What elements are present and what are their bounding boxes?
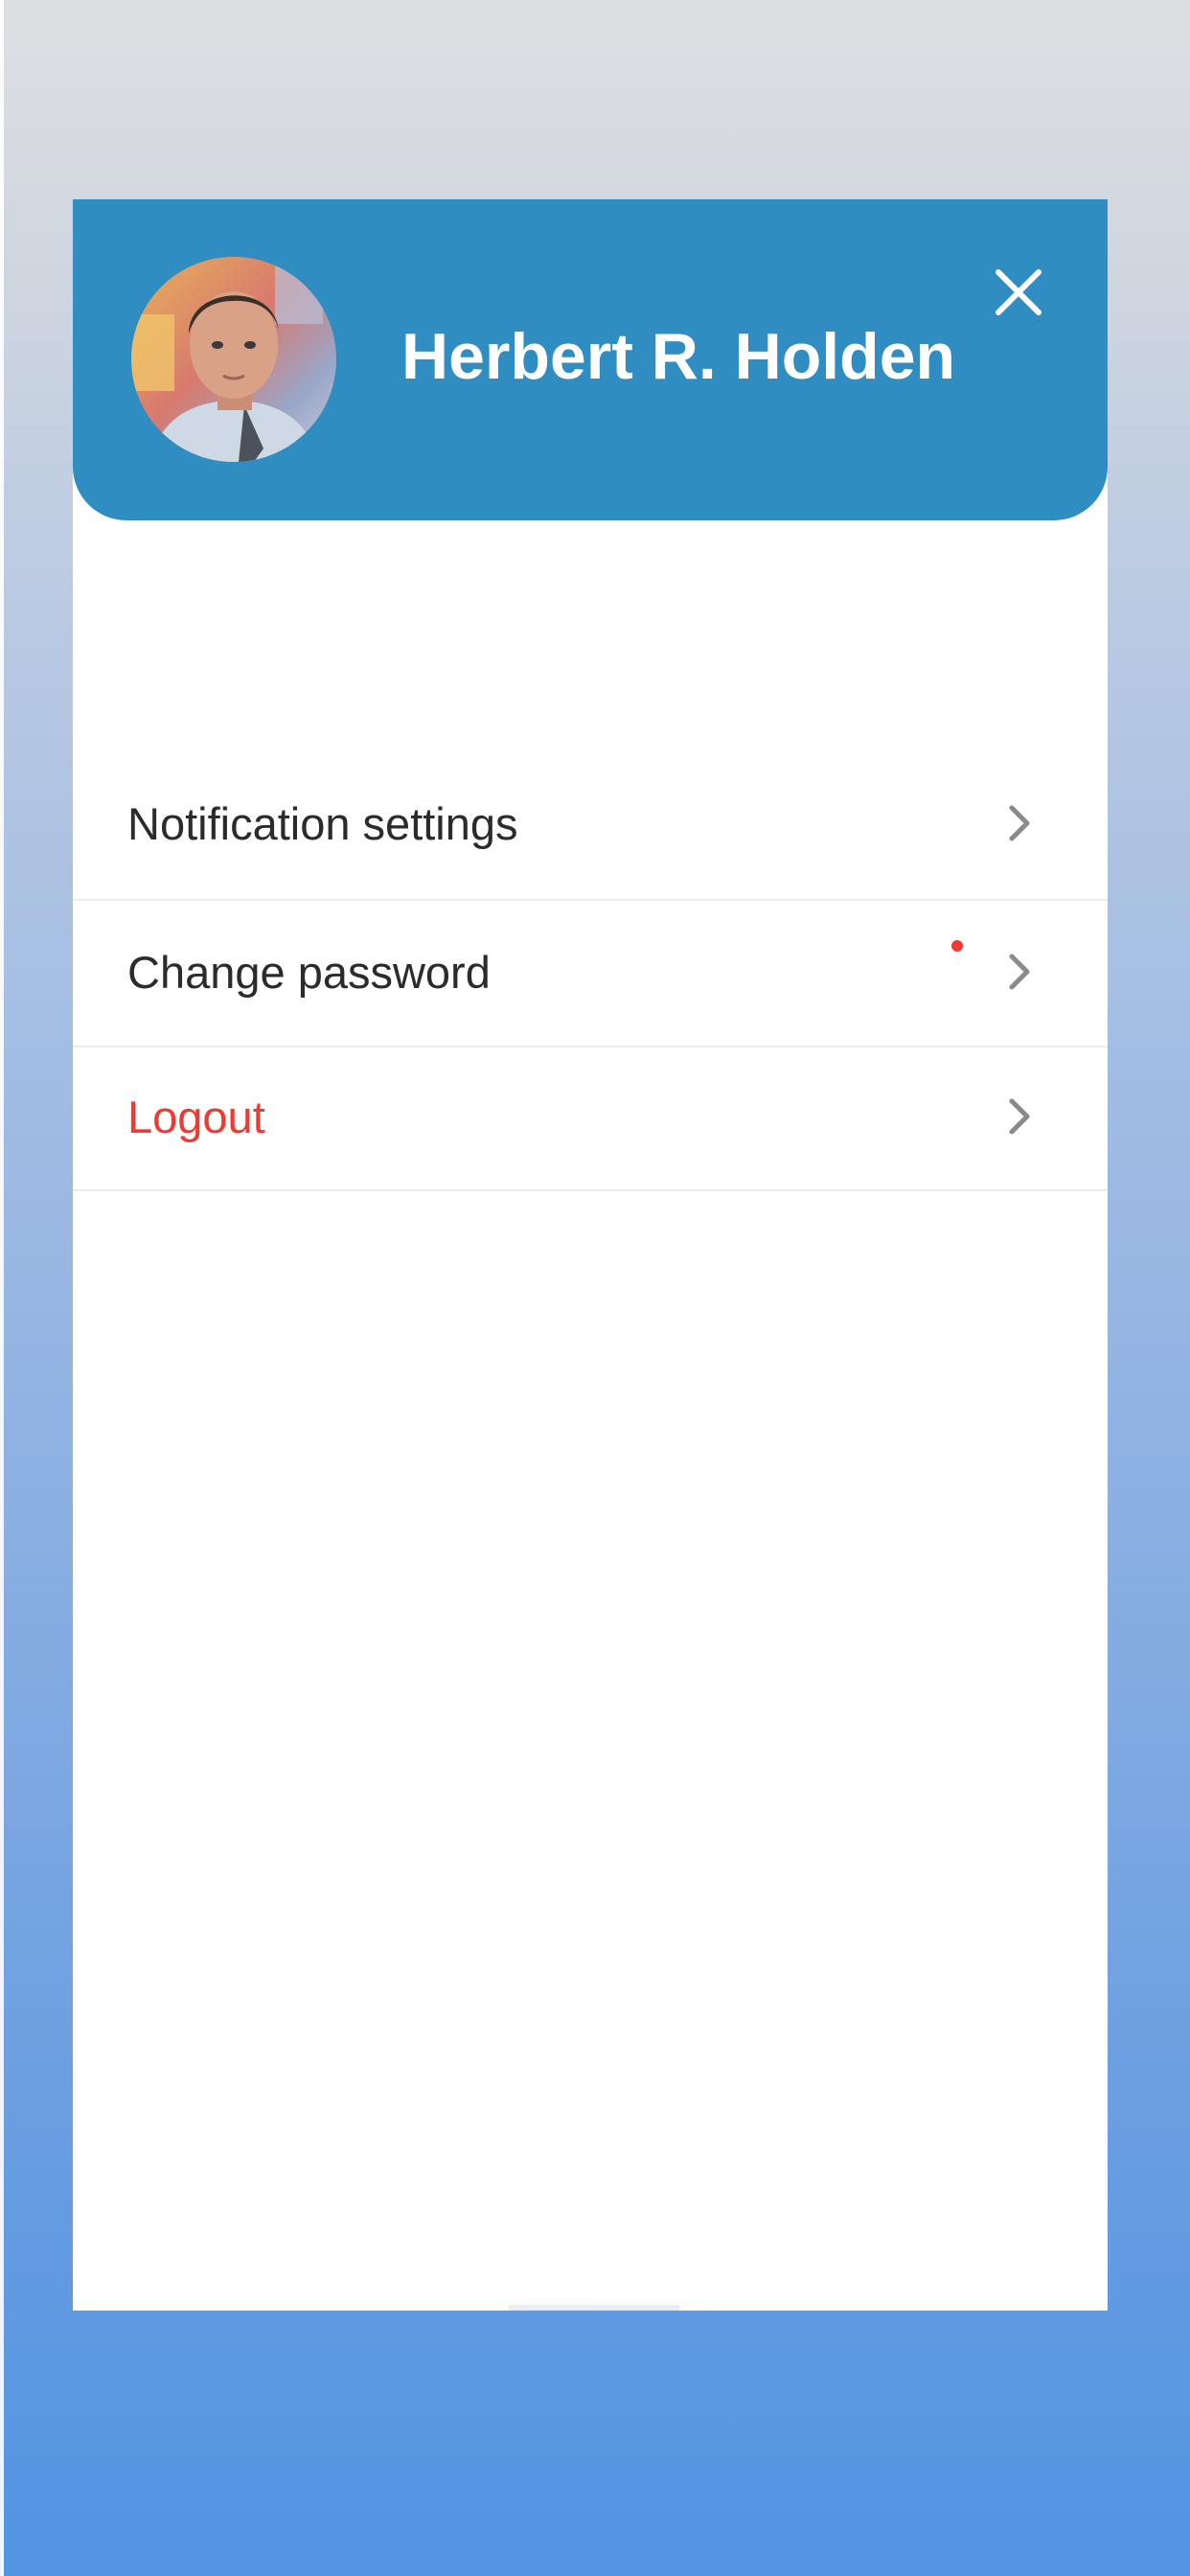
user-name: Herbert R. Holden [401,320,956,393]
profile-header: Herbert R. Holden [73,199,1108,520]
chevron-right-icon [1004,949,1035,995]
close-button[interactable] [985,259,1052,326]
chevron-right-icon [1004,800,1035,846]
screen-edge [0,0,4,2576]
menu-item-logout[interactable]: Logout [73,1047,1108,1191]
menu-item-label: Logout [127,1092,265,1142]
drawer-handle [508,2305,680,2311]
menu-item-notification-settings[interactable]: Notification settings [73,520,1108,952]
profile-drawer: Herbert R. Holden Notification settings … [73,199,1108,2311]
chevron-right-icon [1004,1093,1035,1139]
close-icon [995,269,1041,315]
avatar-image [131,257,336,462]
menu-item-change-password[interactable]: Change password [73,901,1108,1047]
avatar [131,257,336,462]
menu-item-label: Notification settings [127,798,518,849]
menu-item-label: Change password [127,947,491,998]
